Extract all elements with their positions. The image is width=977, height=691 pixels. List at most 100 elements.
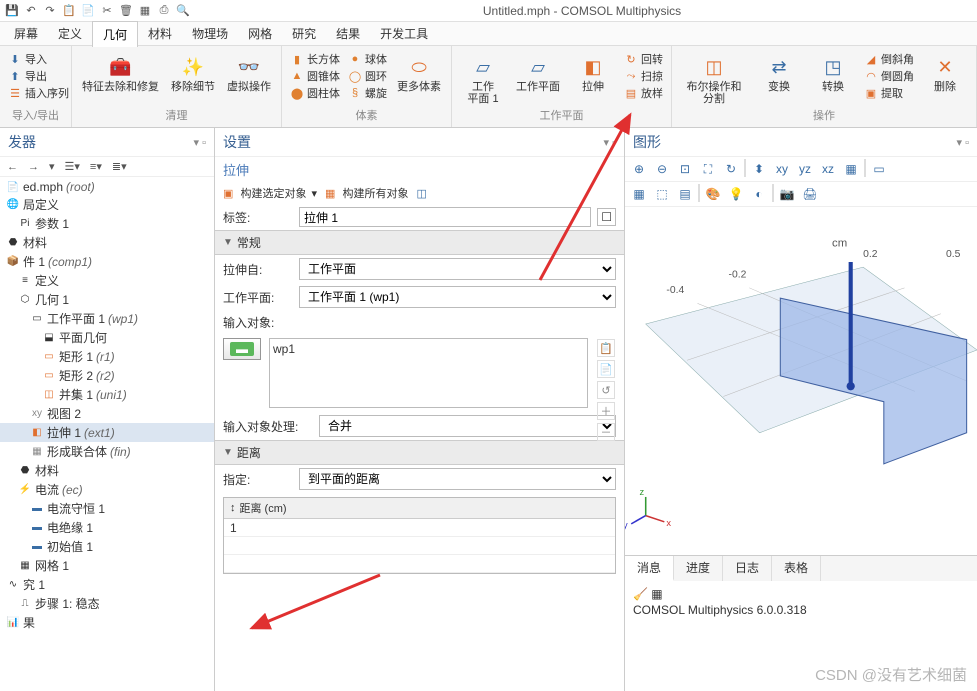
tab-physics[interactable]: 物理场 — [182, 21, 238, 46]
tree-item[interactable]: ∿究 1 — [0, 575, 214, 594]
chamfer-button[interactable]: ◢倒斜角 — [862, 51, 916, 67]
more-primitives-button[interactable]: ⬭更多体素 — [393, 51, 445, 95]
redo-icon[interactable]: ↷ — [42, 3, 58, 19]
yz-icon[interactable]: yz — [795, 159, 815, 179]
save-icon[interactable]: 💾 — [4, 3, 20, 19]
copy-icon[interactable]: 📋 — [61, 3, 77, 19]
cylinder-button[interactable]: ⬤圆柱体 — [288, 85, 342, 101]
zoom-in-icon[interactable]: ⊕ — [629, 159, 649, 179]
cone-button[interactable]: ▲圆锥体 — [288, 68, 342, 84]
tab-devtools[interactable]: 开发工具 — [370, 21, 438, 46]
tab-screen[interactable]: 屏幕 — [4, 21, 48, 46]
extract-button[interactable]: ▣提取 — [862, 85, 916, 101]
extrude-from-select[interactable]: 工作平面 — [299, 258, 616, 280]
remove-icon[interactable]: － — [597, 423, 615, 441]
virtual-ops-button[interactable]: 👓虚拟操作 — [223, 51, 275, 95]
clear-msg-icon[interactable]: 🧹 — [633, 587, 648, 601]
tree-item[interactable]: ⬣材料 — [0, 461, 214, 480]
workplane1-button[interactable]: ▱工作 平面 1 — [458, 51, 508, 107]
torus-button[interactable]: ◯圆环 — [346, 68, 389, 84]
xz-icon[interactable]: xz — [818, 159, 838, 179]
tab-geometry[interactable]: 几何 — [92, 21, 138, 47]
tree-item[interactable]: ▬电流守恒 1 — [0, 499, 214, 518]
zoom-extents-icon[interactable]: ⛶ — [698, 159, 718, 179]
distance-cell-empty[interactable] — [224, 555, 615, 573]
model-tree[interactable]: 📄ed.mph (root)🌐局定义Pi参数 1⬣材料📦件 1 (comp1)≡… — [0, 177, 214, 691]
workplane-select[interactable]: 工作平面 1 (wp1) — [299, 286, 616, 308]
revolve-button[interactable]: ↻回转 — [622, 51, 665, 67]
tree-item[interactable]: ▬电绝缘 1 — [0, 518, 214, 537]
tree-item[interactable]: 📦件 1 (comp1) — [0, 252, 214, 271]
panel-menu-icon[interactable]: ▾ ▫ — [604, 136, 616, 149]
tree-item[interactable]: ▭矩形 2 (r2) — [0, 366, 214, 385]
light-icon[interactable]: 💡 — [726, 184, 746, 204]
fillet-button[interactable]: ◠倒圆角 — [862, 68, 916, 84]
clear-icon[interactable]: ↺ — [597, 381, 615, 399]
xy-view-icon[interactable]: ⬍ — [749, 159, 769, 179]
ortho-icon[interactable]: ▦ — [841, 159, 861, 179]
expand-icon[interactable]: ▾ — [46, 159, 58, 174]
copy-msg-icon[interactable]: ▦ — [651, 587, 662, 601]
export-button[interactable]: ⬆导出 — [6, 68, 71, 84]
geom-icon[interactable]: ◫ — [417, 187, 427, 200]
specify-select[interactable]: 到平面的距离 — [299, 468, 616, 490]
panel-menu-icon[interactable]: ▾ ▫ — [957, 136, 969, 149]
add-icon[interactable]: ＋ — [597, 402, 615, 420]
list-item[interactable]: wp1 — [273, 342, 584, 356]
tab-study[interactable]: 研究 — [282, 21, 326, 46]
tree-item[interactable]: ⬓平面几何 — [0, 328, 214, 347]
select-icon[interactable]: ▦ — [629, 184, 649, 204]
render-icon[interactable]: 🎨 — [703, 184, 723, 204]
helix-button[interactable]: §螺旋 — [346, 85, 389, 101]
tab-table[interactable]: 表格 — [772, 556, 821, 581]
sweep-button[interactable]: ⤳扫掠 — [622, 68, 665, 84]
paste-icon[interactable]: 📄 — [80, 3, 96, 19]
remove-detail-button[interactable]: ✨移除细节 — [167, 51, 219, 95]
distance-cell-empty[interactable] — [224, 537, 615, 555]
handle-select[interactable]: 合并 — [319, 415, 616, 437]
table-move-icon[interactable]: ↕ — [230, 502, 236, 514]
tree-item[interactable]: 🌐局定义 — [0, 195, 214, 214]
convert-button[interactable]: ◳转换 — [808, 51, 858, 95]
xy-icon[interactable]: xy — [772, 159, 792, 179]
tree-item[interactable]: ▭矩形 1 (r1) — [0, 347, 214, 366]
tree-item[interactable]: ⬣材料 — [0, 233, 214, 252]
boolean-button[interactable]: ◫布尔操作和分割 — [678, 51, 750, 107]
select-mode-icon[interactable]: ▭ — [869, 159, 889, 179]
paste-icon[interactable]: 📄 — [597, 360, 615, 378]
tree-item[interactable]: ▦网格 1 — [0, 556, 214, 575]
delete-geom-button[interactable]: ✕删除 — [920, 51, 970, 95]
defeature-button[interactable]: 🧰特征去除和修复 — [78, 51, 163, 95]
show-icon[interactable]: ≡▾ — [87, 159, 105, 174]
box-button[interactable]: ▮长方体 — [288, 51, 342, 67]
tree-item[interactable]: ▦形成联合体 (fin) — [0, 442, 214, 461]
loft-button[interactable]: ▤放样 — [622, 85, 665, 101]
delete-icon[interactable]: 🗑 — [118, 3, 134, 19]
sphere-button[interactable]: ●球体 — [346, 51, 389, 67]
tree-item[interactable]: ▬初始值 1 — [0, 537, 214, 556]
graphics-canvas[interactable]: cm -0.4 -0.2 0.2 0.5 — [625, 207, 977, 555]
transparency-icon[interactable]: ◐ — [749, 184, 769, 204]
tab-materials[interactable]: 材料 — [138, 21, 182, 46]
box-select-icon[interactable]: ⬚ — [652, 184, 672, 204]
print-icon[interactable]: 🖨 — [800, 184, 820, 204]
section-general[interactable]: ▼常规 — [215, 230, 624, 255]
panel-menu-icon[interactable]: ▾ ▫ — [194, 136, 206, 149]
undo-icon[interactable]: ↶ — [23, 3, 39, 19]
nav-back-icon[interactable]: ← — [4, 160, 21, 174]
tree-item[interactable]: ⚡电流 (ec) — [0, 480, 214, 499]
tree-item[interactable]: ▭工作平面 1 (wp1) — [0, 309, 214, 328]
transform-button[interactable]: ⇄变换 — [754, 51, 804, 95]
input-objects-list[interactable]: wp1 📋 📄 ↺ ＋ － — [269, 338, 588, 408]
tree-item[interactable]: 📄ed.mph (root) — [0, 179, 214, 195]
filter-icon[interactable]: ≣▾ — [109, 159, 130, 174]
cut-icon[interactable]: ✂ — [99, 3, 115, 19]
tab-log[interactable]: 日志 — [723, 556, 772, 581]
tree-item[interactable]: ⎍步骤 1: 稳态 — [0, 594, 214, 613]
tag-help-icon[interactable]: ☐ — [597, 208, 616, 226]
build-selected-button[interactable]: ▣ 构建选定对象 ▾ — [223, 185, 317, 201]
tab-mesh[interactable]: 网格 — [238, 21, 282, 46]
copy-icon[interactable]: 📋 — [597, 339, 615, 357]
tab-results[interactable]: 结果 — [326, 21, 370, 46]
collapse-icon[interactable]: ☰▾ — [62, 159, 83, 174]
